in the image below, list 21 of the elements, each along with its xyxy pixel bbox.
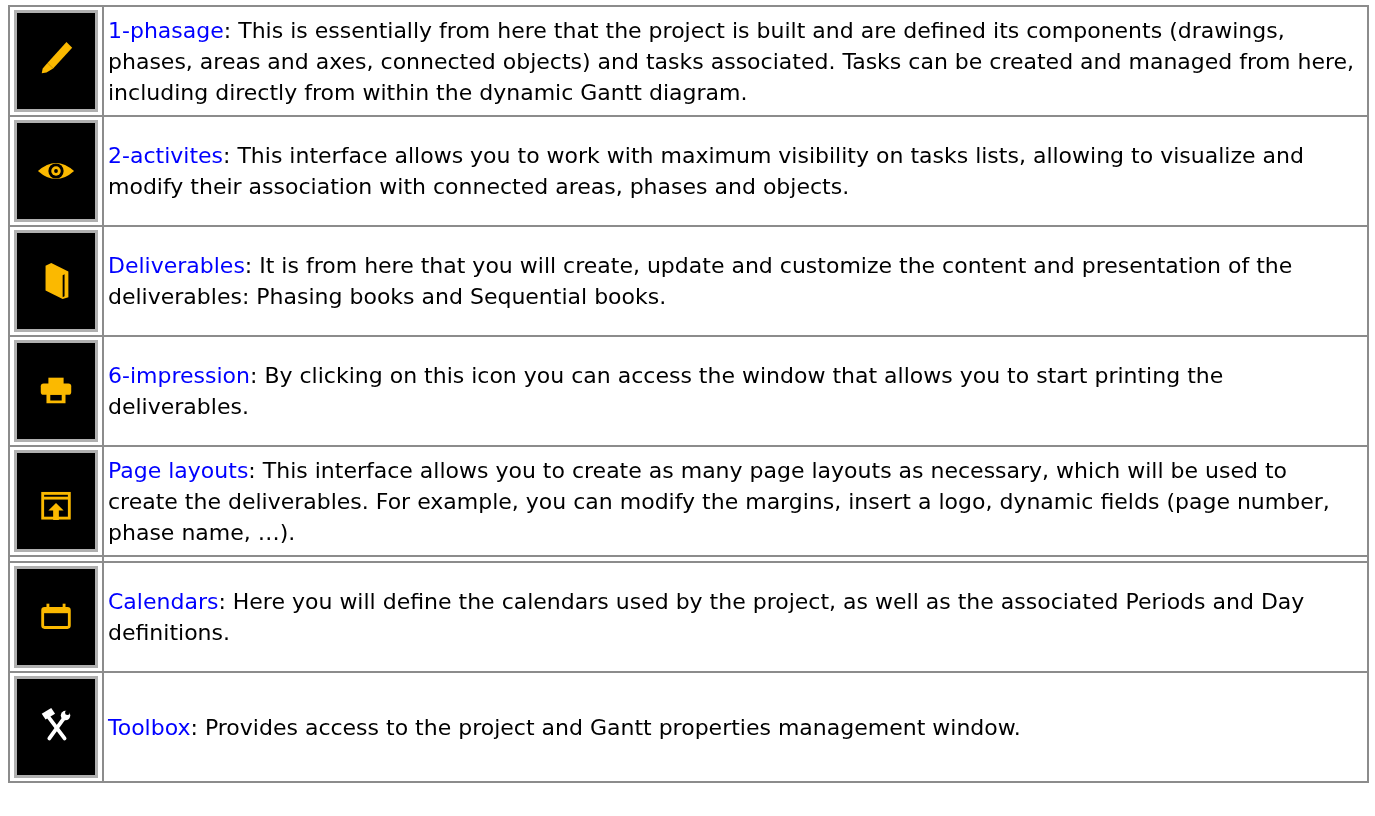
tools-icon xyxy=(14,676,98,778)
page-link[interactable]: 2-activites xyxy=(108,143,223,168)
page-link[interactable]: 1-phasage xyxy=(108,17,224,43)
eye-icon xyxy=(14,120,98,222)
row-description: Toolbox: Provides access to the project and Gantt properties management window. xyxy=(108,713,1022,742)
page-link[interactable]: Page layouts xyxy=(108,457,249,483)
row-description: 6-impression: By clicking on this icon you can access the window that allows you to start printing the deliverables. xyxy=(108,362,1225,421)
row-description: 2-activites: This interface allows you to work with maximum visibility on tasks lists, allowing to visualize and modify their association with connected areas, phases and objects. xyxy=(108,142,1305,201)
pencil-icon xyxy=(14,10,98,112)
row-description: Calendars: Here you will define the calendars used by the project, as well as the associated Periods and Day definitions. xyxy=(108,588,1306,647)
row-description: 1-phasage: This is essentially from here that the project is built and are defined its components (drawings, phases, areas and axes, connected objects) and tasks associated. Tasks can be created and managed from here, including directly from within the dynamic Gantt diagram. xyxy=(108,16,1356,107)
upload-window-icon xyxy=(14,450,98,552)
calendar-icon xyxy=(14,566,98,668)
page-link[interactable]: Toolbox xyxy=(108,714,191,740)
page-link[interactable]: Calendars xyxy=(108,589,219,614)
row-description: Page layouts: This interface allows you to create as many page layouts as necessary, which will be used to create the deliverables. For example, you can modify the margins, insert a logo, dynamic fields (page number, phase name, …). xyxy=(108,456,1331,547)
row-description: Deliverables: It is from here that you will create, update and customize the content and presentation of the deliverables: Phasing books and Sequential books. xyxy=(108,252,1294,311)
page-link[interactable]: 6-impression xyxy=(108,363,250,388)
book-icon xyxy=(14,230,98,332)
page-link[interactable]: Deliverables xyxy=(108,253,245,278)
printer-icon xyxy=(14,340,98,442)
